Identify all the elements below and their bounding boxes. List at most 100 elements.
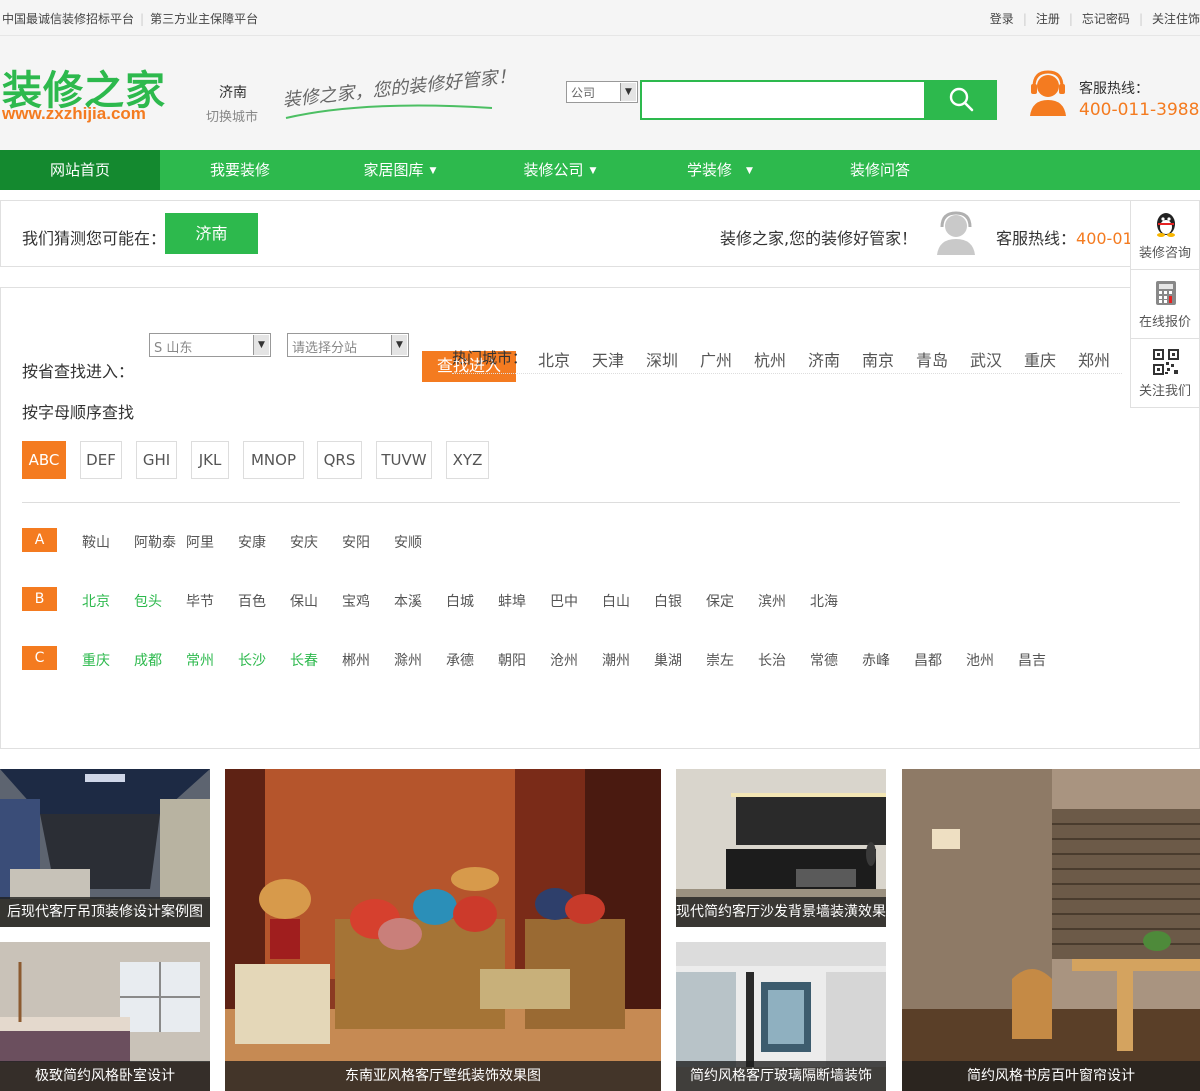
city-link[interactable]: 北京 <box>82 591 110 611</box>
city-link[interactable]: 滨州 <box>758 591 786 611</box>
alphabet-tab[interactable]: DEF <box>80 441 122 479</box>
alphabet-tab[interactable]: ABC <box>22 441 66 479</box>
hot-city-link[interactable]: 杭州 <box>754 347 786 371</box>
login-link[interactable]: 登录 <box>990 12 1014 26</box>
nav-item-renovate[interactable]: 我要装修 <box>160 150 320 190</box>
city-link[interactable]: 毕节 <box>186 591 214 611</box>
guessed-city-button[interactable]: 济南 <box>165 213 258 254</box>
city-link[interactable]: 常德 <box>810 650 838 670</box>
hot-city-link[interactable]: 天津 <box>592 347 624 371</box>
follow-link[interactable]: 关注住饰 <box>1152 12 1200 26</box>
hot-city-link[interactable]: 郑州 <box>1078 347 1110 371</box>
hot-city-link[interactable]: 重庆 <box>1024 347 1056 371</box>
city-link[interactable]: 巢湖 <box>654 650 682 670</box>
city-link[interactable]: 包头 <box>134 591 162 611</box>
city-link[interactable]: 昌吉 <box>1018 650 1046 670</box>
city-link[interactable]: 承德 <box>446 650 474 670</box>
nav-item-gallery[interactable]: 家居图库 ▼ <box>320 150 480 190</box>
city-link[interactable]: 常州 <box>186 650 214 670</box>
nav-label: 家居图库 <box>363 161 424 179</box>
alphabet-tab[interactable]: JKL <box>191 441 229 479</box>
city-link[interactable]: 安顺 <box>394 532 422 552</box>
alphabet-tab[interactable]: TUVW <box>376 441 432 479</box>
gallery-item[interactable]: 后现代客厅吊顶装修设计案例图 <box>0 769 210 927</box>
hot-city-link[interactable]: 济南 <box>808 347 840 371</box>
nav-item-qa[interactable]: 装修问答 <box>800 150 960 190</box>
gallery-item[interactable]: 东南亚风格客厅壁纸装饰效果图 <box>225 769 661 1091</box>
city-link[interactable]: 白山 <box>602 591 630 611</box>
nav-item-home[interactable]: 网站首页 <box>0 150 160 190</box>
city-link[interactable]: 郴州 <box>342 650 370 670</box>
city-link[interactable]: 白城 <box>446 591 474 611</box>
float-follow[interactable]: 关注我们 <box>1131 339 1199 408</box>
hotline-label: 客服热线： <box>1079 81 1149 97</box>
city-link[interactable]: 池州 <box>966 650 994 670</box>
alphabet-tab[interactable]: QRS <box>317 441 362 479</box>
city-link[interactable]: 安康 <box>238 532 266 552</box>
nav-item-companies[interactable]: 装修公司 ▼ <box>480 150 640 190</box>
city-link[interactable]: 北海 <box>810 591 838 611</box>
qq-penguin-icon <box>1157 213 1175 237</box>
hot-city-link[interactable]: 广州 <box>700 347 732 371</box>
qr-code-icon <box>1153 349 1179 375</box>
city-link[interactable]: 安庆 <box>290 532 318 552</box>
city-link[interactable]: 长春 <box>290 650 318 670</box>
register-link[interactable]: 注册 <box>1036 12 1060 26</box>
province-select[interactable]: S 山东 ▼ <box>149 333 271 357</box>
gallery-item[interactable]: 简约风格书房百叶窗帘设计 <box>902 769 1200 1091</box>
city-link[interactable]: 昌都 <box>914 650 942 670</box>
city-link[interactable]: 巴中 <box>550 591 578 611</box>
alphabet-tab[interactable]: GHI <box>136 441 177 479</box>
city-link[interactable]: 阿里 <box>186 532 214 552</box>
hot-city-link[interactable]: 北京 <box>538 347 570 371</box>
city-link[interactable]: 赤峰 <box>862 650 890 670</box>
city-link[interactable]: 安阳 <box>342 532 370 552</box>
topbar-taglines: 中国最诚信装修招标平台 | 第三方业主保障平台 <box>2 10 258 27</box>
city-link[interactable]: 本溪 <box>394 591 422 611</box>
city-link[interactable]: 保定 <box>706 591 734 611</box>
hot-city-link[interactable]: 南京 <box>862 347 894 371</box>
location-guess-bar: 我们猜测您可能在： 济南 装修之家,您的装修好管家！ 客服热线：400-011-… <box>0 200 1200 267</box>
city-link[interactable]: 成都 <box>134 650 162 670</box>
hotline-number: 400-011-3988 <box>1079 100 1200 120</box>
divider <box>22 502 1180 503</box>
branch-select[interactable]: 请选择分站 ▼ <box>287 333 409 357</box>
search-input[interactable] <box>640 80 926 120</box>
hot-cities-label: 热门城市： <box>452 349 528 367</box>
float-quote[interactable]: 在线报价 <box>1131 270 1199 339</box>
city-link[interactable]: 沧州 <box>550 650 578 670</box>
city-link[interactable]: 保山 <box>290 591 318 611</box>
city-link[interactable]: 宝鸡 <box>342 591 370 611</box>
search-type-select[interactable]: 公司 ▼ <box>566 81 638 103</box>
alphabet-tab[interactable]: MNOP <box>243 441 304 479</box>
city-link[interactable]: 蚌埠 <box>498 591 526 611</box>
city-link[interactable]: 鞍山 <box>82 532 110 552</box>
city-link[interactable]: 白银 <box>654 591 682 611</box>
city-link[interactable]: 长沙 <box>238 650 266 670</box>
chevron-down-icon: ▼ <box>391 335 407 355</box>
forgot-password-link[interactable]: 忘记密码 <box>1082 12 1130 26</box>
city-link[interactable]: 长治 <box>758 650 786 670</box>
city-link[interactable]: 阿勒泰 <box>134 532 176 552</box>
photo-study-room-blinds <box>902 769 1200 1091</box>
nav-label: 我要装修 <box>209 161 270 179</box>
gallery-item[interactable]: 极致简约风格卧室设计 <box>0 942 210 1091</box>
search-button[interactable] <box>925 80 997 120</box>
city-link[interactable]: 百色 <box>238 591 266 611</box>
alphabet-tab[interactable]: XYZ <box>446 441 489 479</box>
hot-city-link[interactable]: 青岛 <box>916 347 948 371</box>
nav-item-learn[interactable]: 学装修 ▼ <box>640 150 800 190</box>
city-link[interactable]: 朝阳 <box>498 650 526 670</box>
hot-city-link[interactable]: 深圳 <box>646 347 678 371</box>
letter-badge: A <box>22 528 57 552</box>
city-link[interactable]: 重庆 <box>82 650 110 670</box>
float-consult[interactable]: 装修咨询 <box>1131 201 1199 270</box>
city-link[interactable]: 崇左 <box>706 650 734 670</box>
city-link[interactable]: 滁州 <box>394 650 422 670</box>
gallery-item[interactable]: 现代简约客厅沙发背景墙装潢效果 <box>676 769 886 927</box>
hot-city-link[interactable]: 武汉 <box>970 347 1002 371</box>
gallery-item[interactable]: 简约风格客厅玻璃隔断墙装饰 <box>676 942 886 1091</box>
city-link[interactable]: 潮州 <box>602 650 630 670</box>
switch-city-link[interactable]: 切换城市 <box>206 106 258 125</box>
logo-url[interactable]: www.zxzhijia.com <box>2 104 146 124</box>
